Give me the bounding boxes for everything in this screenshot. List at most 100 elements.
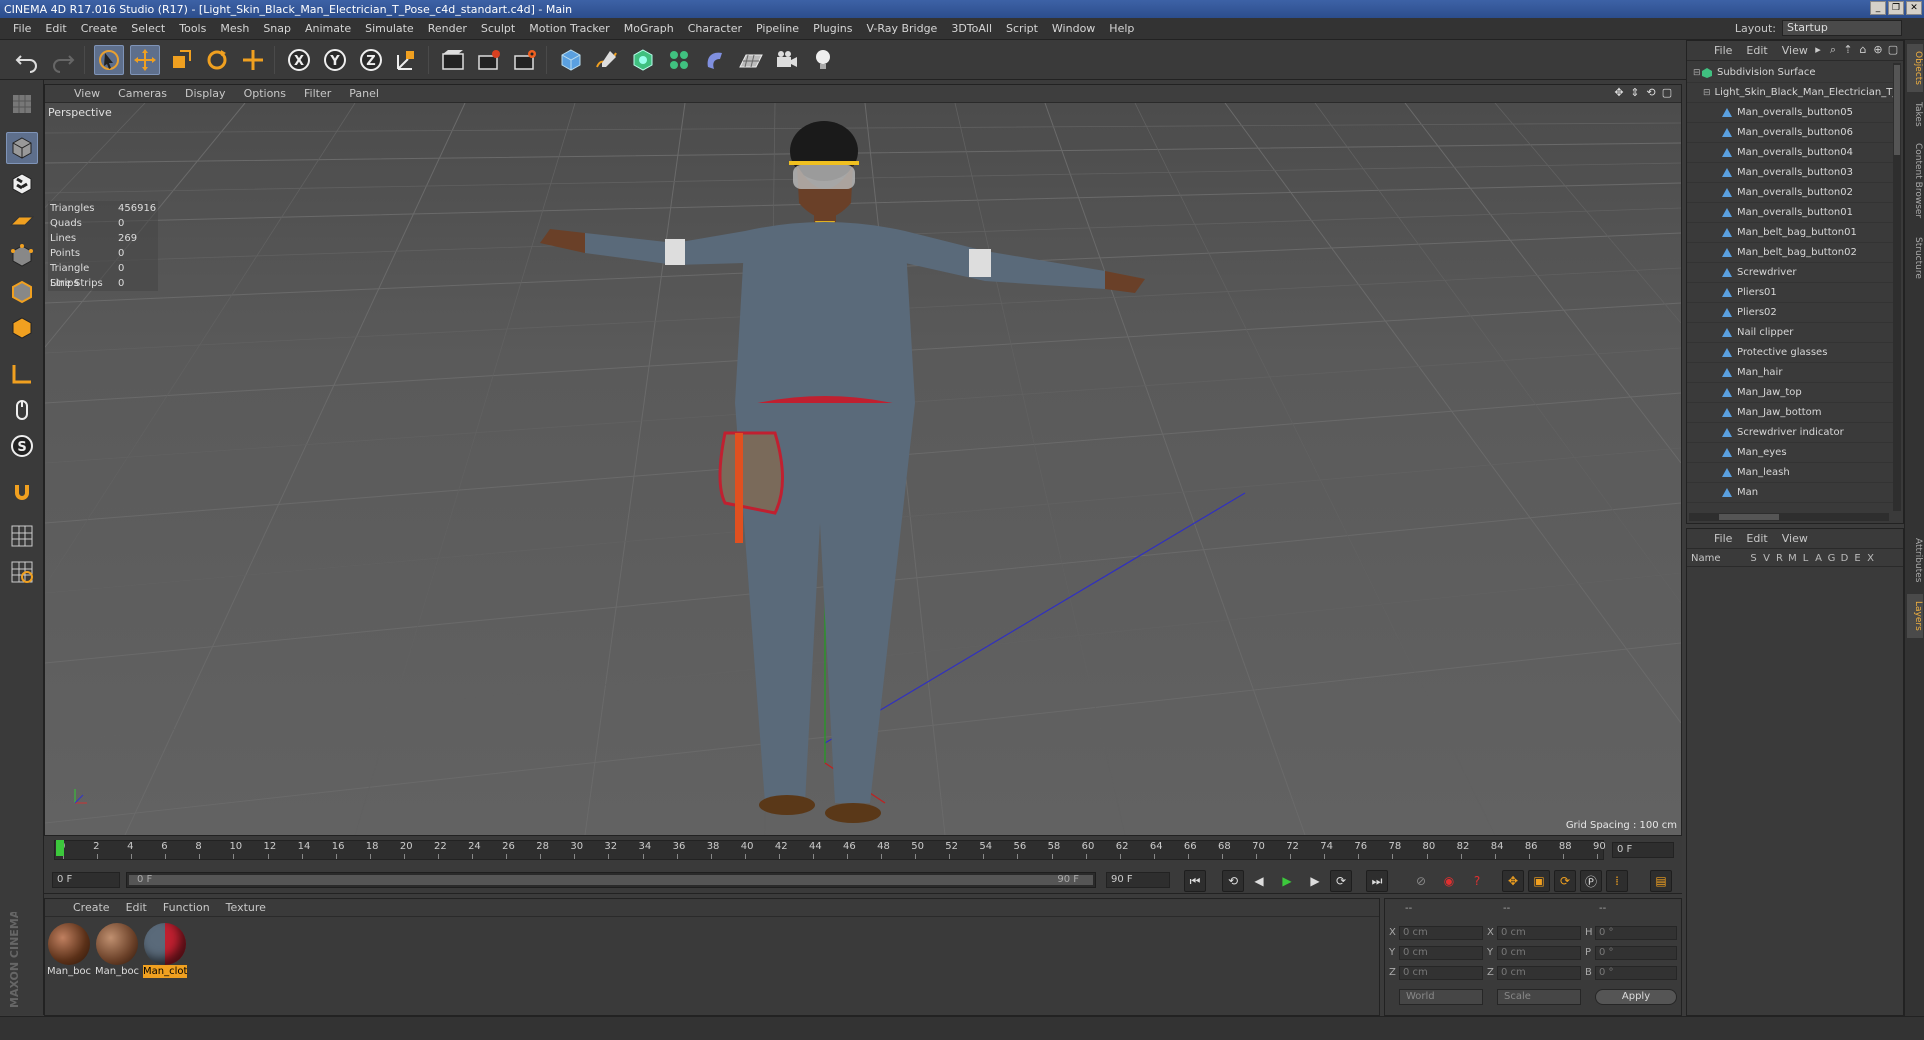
layers-menu-edit[interactable]: Edit <box>1739 532 1774 545</box>
polygons-mode-icon[interactable] <box>6 312 38 344</box>
tab-takes[interactable]: Takes <box>1907 96 1923 132</box>
object-tree-row[interactable]: Man_hair <box>1687 363 1893 383</box>
object-tree-row[interactable]: Man_leash <box>1687 463 1893 483</box>
render-view-icon[interactable] <box>438 45 468 75</box>
magnet-icon[interactable] <box>6 476 38 508</box>
pos-x-field[interactable]: 0 cm <box>1399 926 1483 940</box>
layout-select[interactable]: Startup <box>1782 20 1902 36</box>
coordinate-system-icon[interactable] <box>392 45 422 75</box>
layer-col-deformers[interactable]: D <box>1838 553 1851 564</box>
arrow-right-icon[interactable]: ▸ <box>1812 44 1824 56</box>
menu-edit[interactable]: Edit <box>38 22 73 35</box>
live-selection-icon[interactable] <box>94 45 124 75</box>
position-key-icon[interactable]: ✥ <box>1502 870 1524 892</box>
rotate-icon[interactable] <box>202 45 232 75</box>
next-key-icon[interactable]: ⟳ <box>1330 870 1352 892</box>
object-tree-row[interactable]: ⊟ Subdivision Surface <box>1687 63 1893 83</box>
objects-menu-file[interactable]: File <box>1707 44 1739 57</box>
object-tree-row[interactable]: Pliers02 <box>1687 303 1893 323</box>
viewport-menu-display[interactable]: Display <box>176 87 235 100</box>
apply-button[interactable]: Apply <box>1595 989 1677 1005</box>
object-tree-row[interactable]: Man_Jaw_bottom <box>1687 403 1893 423</box>
object-tree-row[interactable]: Man_overalls_button02 <box>1687 183 1893 203</box>
undo-icon[interactable] <box>12 45 42 75</box>
menu-file[interactable]: File <box>6 22 38 35</box>
next-frame-icon[interactable]: ▶ <box>1304 870 1326 892</box>
scale-icon[interactable] <box>166 45 196 75</box>
layer-col-render[interactable]: R <box>1773 553 1786 564</box>
material-menu-texture[interactable]: Texture <box>218 901 274 914</box>
size-y-field[interactable]: 0 cm <box>1497 946 1581 960</box>
layers-menu-file[interactable]: File <box>1707 532 1739 545</box>
maximize-panel-icon[interactable]: ▢ <box>1887 44 1899 56</box>
menu-create[interactable]: Create <box>74 22 125 35</box>
tab-layers[interactable]: Layers <box>1907 594 1923 638</box>
object-tree-row[interactable]: Man <box>1687 483 1893 503</box>
expand-toggle-icon[interactable]: ⊟ <box>1693 68 1701 78</box>
previous-frame-icon[interactable]: ◀ <box>1248 870 1270 892</box>
object-tree-row[interactable]: Man_overalls_button05 <box>1687 103 1893 123</box>
viewport-menu-options[interactable]: Options <box>235 87 295 100</box>
size-mode-dropdown[interactable]: Scale <box>1497 989 1581 1005</box>
x-axis-lock-icon[interactable]: X <box>284 45 314 75</box>
rotation-key-icon[interactable]: ⟳ <box>1554 870 1576 892</box>
orbit-icon[interactable]: ⟲ <box>1645 87 1657 99</box>
maximize-view-icon[interactable]: ▢ <box>1661 87 1673 99</box>
previous-key-icon[interactable]: ⟲ <box>1222 870 1244 892</box>
y-axis-lock-icon[interactable]: Y <box>320 45 350 75</box>
object-tree-row[interactable]: Man_overalls_button01 <box>1687 203 1893 223</box>
object-tree-row[interactable]: Nail clipper <box>1687 323 1893 343</box>
quantize-icon[interactable] <box>6 556 38 588</box>
tab-content-browser[interactable]: Content Browser <box>1907 136 1923 226</box>
object-tree-row[interactable]: Man_Jaw_top <box>1687 383 1893 403</box>
go-to-start-icon[interactable]: ⏮ <box>1184 870 1206 892</box>
playhead[interactable] <box>56 840 64 856</box>
objects-menu-view[interactable]: View <box>1775 44 1815 57</box>
search-icon[interactable]: ⌕ <box>1827 44 1839 56</box>
object-tree-row[interactable]: Screwdriver indicator <box>1687 423 1893 443</box>
coordinate-space-dropdown[interactable]: World <box>1399 989 1483 1005</box>
home-icon[interactable]: ⌂ <box>1857 44 1869 56</box>
axis-mode-icon[interactable] <box>6 358 38 390</box>
object-tree-row[interactable]: Man_eyes <box>1687 443 1893 463</box>
object-tree-row[interactable]: Protective glasses <box>1687 343 1893 363</box>
menu-script[interactable]: Script <box>999 22 1045 35</box>
pos-y-field[interactable]: 0 cm <box>1399 946 1483 960</box>
layer-col-solo[interactable]: S <box>1747 553 1760 564</box>
menu-plugins[interactable]: Plugins <box>806 22 859 35</box>
deformer-icon[interactable] <box>700 45 730 75</box>
recent-tools-icon[interactable] <box>238 45 268 75</box>
close-button[interactable]: ✕ <box>1906 1 1922 15</box>
redo-icon[interactable] <box>48 45 78 75</box>
tab-attributes[interactable]: Attributes <box>1907 530 1923 590</box>
parameter-key-icon[interactable]: Ⓟ <box>1580 870 1602 892</box>
frame-ruler[interactable]: 0246810121416182022242628303234363840424… <box>54 840 1606 860</box>
current-frame-field[interactable]: 0 F <box>1612 842 1674 858</box>
object-tree-row[interactable]: ⊟Light_Skin_Black_Man_Electrician_T_Pose <box>1687 83 1893 103</box>
light-icon[interactable] <box>808 45 838 75</box>
end-frame-field[interactable]: 90 F <box>1106 872 1170 888</box>
material-swatch[interactable]: Man_boc <box>47 923 91 978</box>
layer-col-view[interactable]: V <box>1760 553 1773 564</box>
pan-icon[interactable]: ✥ <box>1613 87 1625 99</box>
camera-icon[interactable] <box>772 45 802 75</box>
material-menu-edit[interactable]: Edit <box>118 901 155 914</box>
layer-col-generators[interactable]: G <box>1825 553 1838 564</box>
tweak-mode-icon[interactable] <box>6 394 38 426</box>
rot-b-field[interactable]: 0 ° <box>1595 966 1677 980</box>
menu-3dtoall[interactable]: 3DToAll <box>944 22 999 35</box>
floor-scene-icon[interactable] <box>736 45 766 75</box>
play-icon[interactable]: ▶ <box>1276 870 1298 892</box>
menu-sculpt[interactable]: Sculpt <box>474 22 522 35</box>
start-frame-field[interactable]: 0 F <box>52 872 120 888</box>
menu-select[interactable]: Select <box>124 22 172 35</box>
minimize-button[interactable]: _ <box>1870 1 1886 15</box>
hierarchy-up-icon[interactable]: ⇡ <box>1842 44 1854 56</box>
model-mode-icon[interactable] <box>6 132 38 164</box>
cloner-icon[interactable] <box>664 45 694 75</box>
edit-render-settings-icon[interactable] <box>510 45 540 75</box>
new-view-icon[interactable]: ⊕ <box>1872 44 1884 56</box>
edges-mode-icon[interactable] <box>6 276 38 308</box>
viewport-canvas[interactable]: Perspective Triangles 456916 Quads 0 Lines… <box>45 103 1681 835</box>
object-tree-row[interactable]: Man_overalls_button03 <box>1687 163 1893 183</box>
